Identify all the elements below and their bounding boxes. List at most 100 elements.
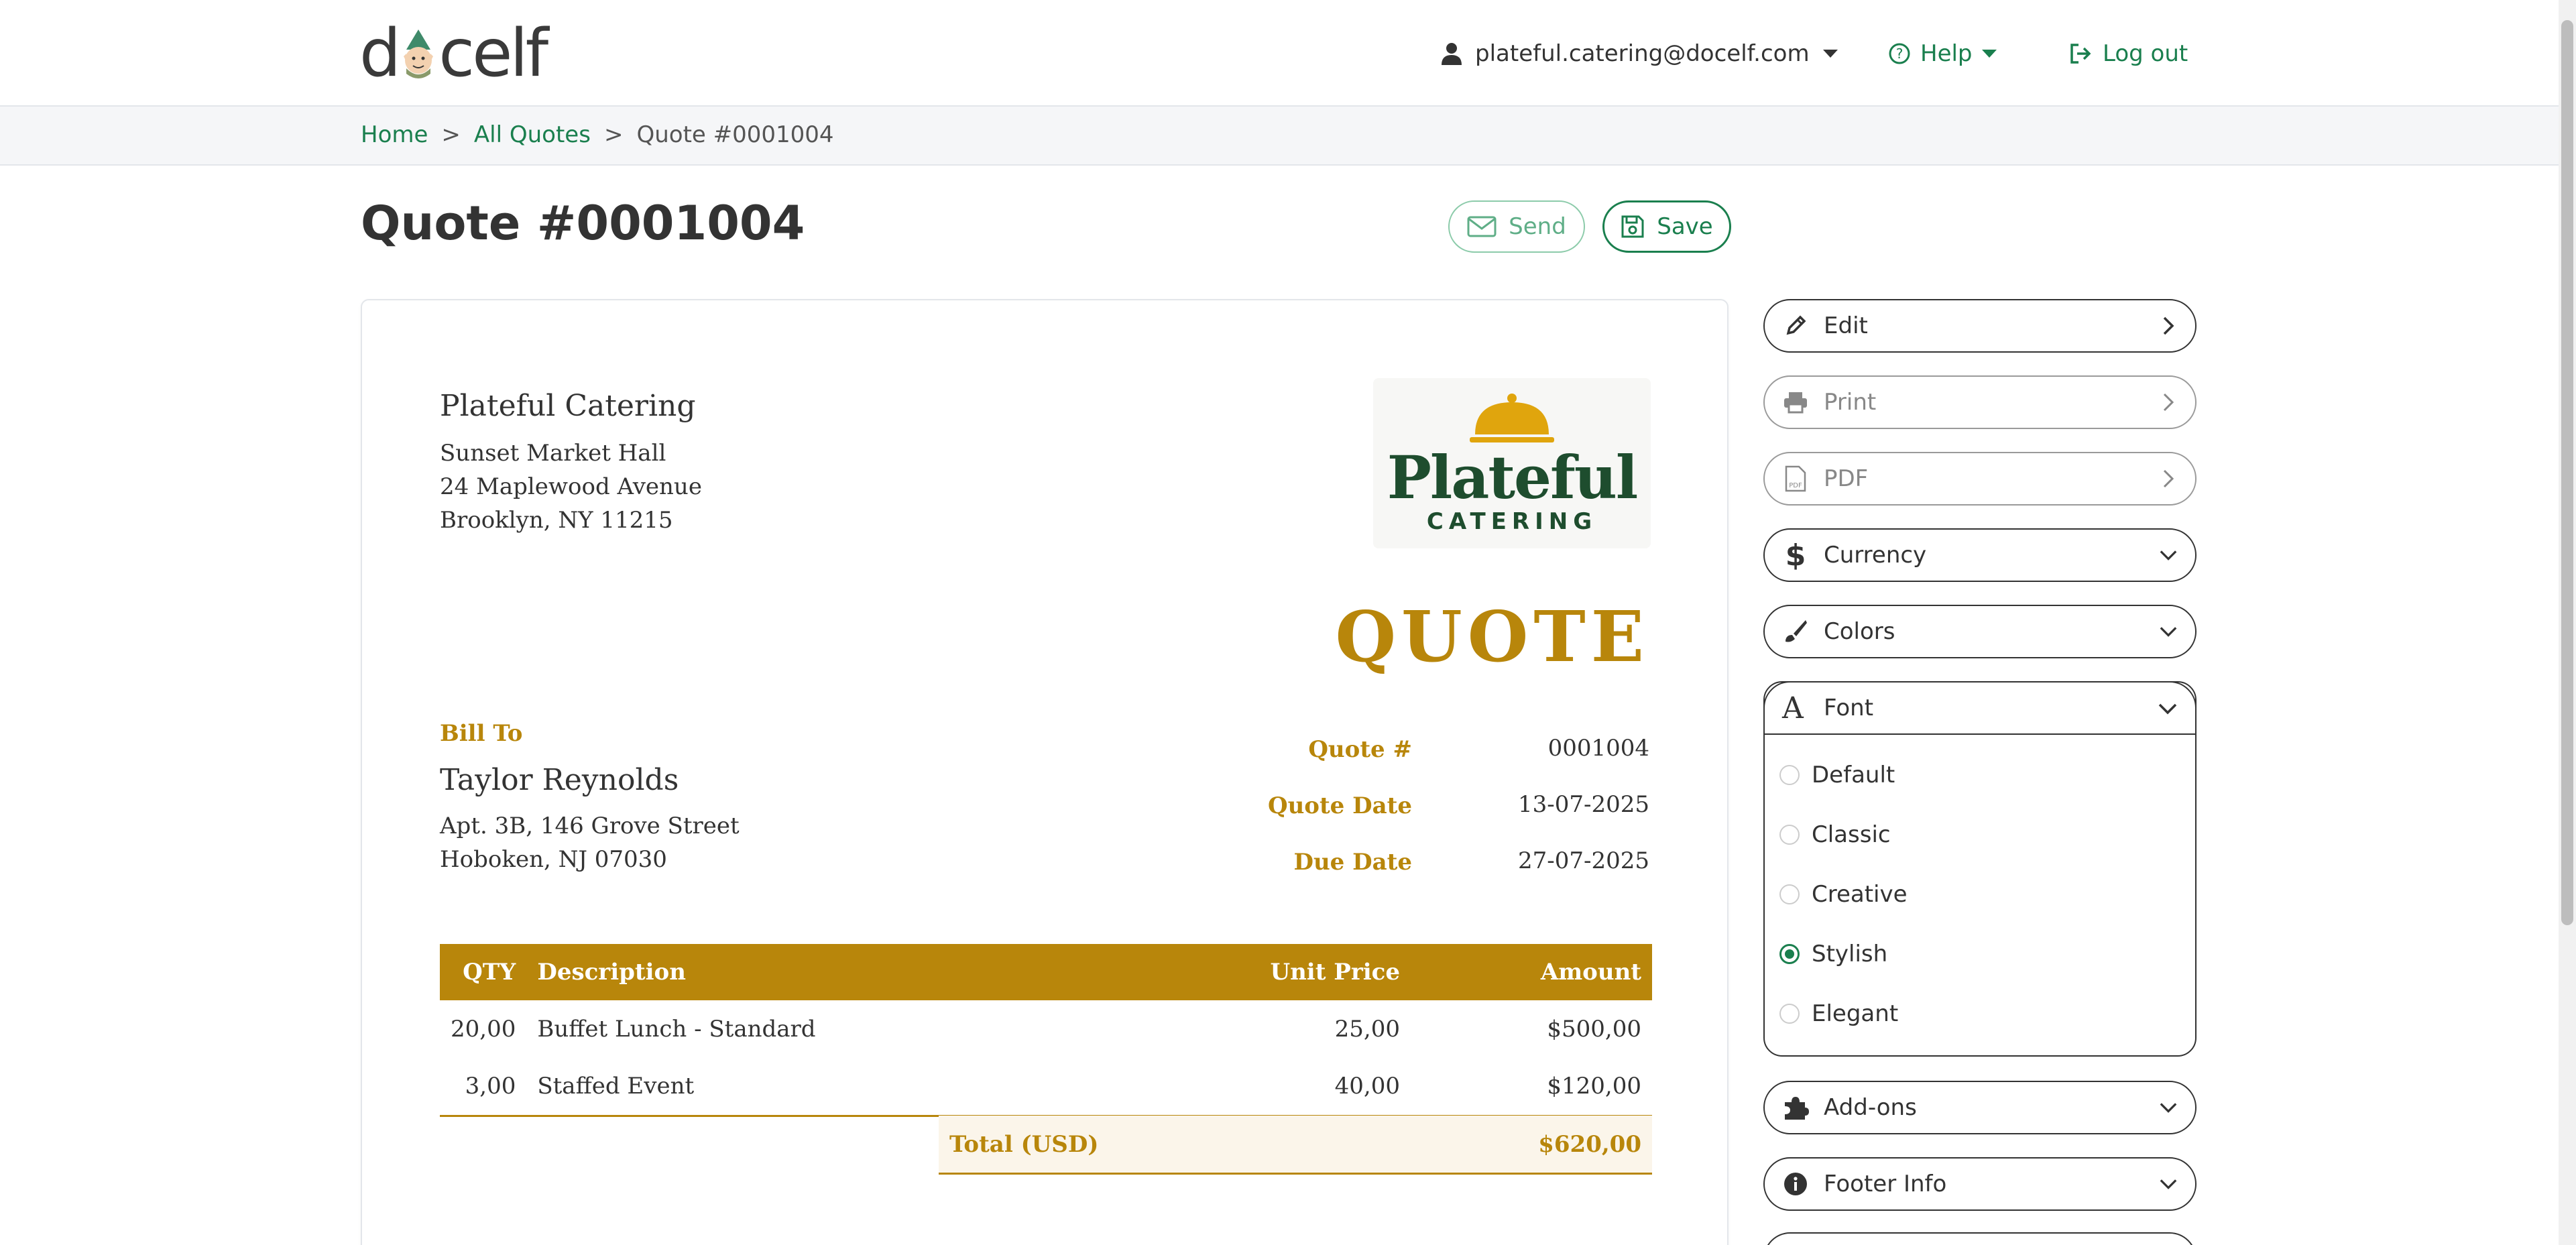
item-unit-price: 25,00	[1334, 1016, 1400, 1043]
page-scrollbar[interactable]	[2559, 0, 2576, 1245]
elf-logo-icon	[404, 29, 434, 78]
client-address-line: Apt. 3B, 146 Grove Street	[440, 813, 740, 839]
font-option-elegant[interactable]: Elegant	[1779, 1000, 1898, 1027]
company-address-line: 24 Maplewood Avenue	[440, 473, 702, 500]
footer-info-label: Footer Info	[1824, 1171, 1947, 1197]
pdf-button[interactable]: PDF PDF	[1763, 452, 2197, 506]
font-accordion-panel: A Font Default Classic Creative Stylish …	[1763, 681, 2197, 1057]
chevron-down-icon	[2159, 1175, 2178, 1193]
breadcrumb-home[interactable]: Home	[361, 121, 428, 148]
pencil-icon	[1782, 312, 1809, 339]
addons-label: Add-ons	[1824, 1094, 1917, 1121]
breadcrumb-separator: >	[441, 121, 461, 148]
currency-accordion[interactable]: $ Currency	[1763, 528, 2197, 582]
logout-icon	[2070, 44, 2091, 64]
save-label: Save	[1657, 213, 1713, 240]
client-address-line: Hoboken, NJ 07030	[440, 846, 667, 873]
radio-button-selected[interactable]	[1779, 944, 1800, 964]
company-address-line: Sunset Market Hall	[440, 440, 666, 467]
colors-accordion[interactable]: Colors	[1763, 605, 2197, 658]
item-description: Buffet Lunch - Standard	[537, 1016, 816, 1043]
item-description: Staffed Event	[526, 1058, 1169, 1117]
chevron-down-icon	[2159, 622, 2178, 641]
breadcrumb-current: Quote #0001004	[636, 121, 834, 148]
radio-button[interactable]	[1779, 884, 1800, 904]
font-option-label: Creative	[1812, 881, 1908, 908]
due-date-value: 27-07-2025	[1517, 847, 1649, 874]
client-name: Taylor Reynolds	[440, 763, 679, 797]
font-option-default[interactable]: Default	[1779, 762, 1895, 788]
logo-sub-text: CATERING	[1426, 508, 1598, 535]
total-value: $620,00	[1538, 1130, 1641, 1158]
chevron-right-icon	[2159, 316, 2178, 335]
table-header-row: QTY Description Unit Price Amount	[440, 944, 1652, 1000]
radio-button[interactable]	[1779, 825, 1800, 845]
total-label: Total (USD)	[949, 1130, 1099, 1158]
font-option-label: Stylish	[1812, 941, 1888, 967]
pdf-file-icon: PDF	[1782, 465, 1809, 492]
font-option-label: Default	[1812, 762, 1895, 788]
quote-date-value: 13-07-2025	[1517, 791, 1649, 818]
breadcrumb-all-quotes[interactable]: All Quotes	[474, 121, 591, 148]
next-accordion-partial[interactable]	[1763, 1232, 2197, 1245]
item-amount: $500,00	[1547, 1016, 1641, 1043]
chevron-down-icon	[2158, 695, 2178, 721]
top-navbar: d celf plateful.catering@docelf.com ? He…	[0, 0, 2576, 107]
send-label: Send	[1509, 213, 1566, 240]
dollar-icon: $	[1785, 538, 1806, 573]
item-qty: 20,00	[451, 1016, 516, 1043]
help-label: Help	[1920, 40, 1973, 67]
font-accordion-header[interactable]: A Font	[1763, 681, 2197, 735]
pdf-label: PDF	[1824, 465, 1869, 492]
printer-icon	[1782, 389, 1809, 416]
font-option-classic[interactable]: Classic	[1779, 821, 1891, 848]
company-logo: Plateful CATERING	[1373, 378, 1651, 548]
logout-link[interactable]: Log out	[2069, 35, 2188, 72]
font-option-label: Classic	[1812, 821, 1891, 848]
logo-text-right: celf	[438, 15, 548, 92]
save-button[interactable]: Save	[1602, 200, 1731, 253]
company-address-line: Brooklyn, NY 11215	[440, 507, 673, 534]
floppy-disk-icon	[1621, 215, 1644, 238]
breadcrumb: Home > All Quotes > Quote #0001004	[361, 121, 834, 148]
footer-info-accordion[interactable]: Footer Info	[1763, 1157, 2197, 1211]
envelope-icon	[1467, 216, 1497, 237]
logout-label: Log out	[2103, 40, 2188, 67]
font-label: Font	[1824, 695, 1874, 721]
quote-number-label: Quote #	[1308, 736, 1412, 763]
chevron-down-icon	[2159, 546, 2178, 565]
print-button[interactable]: Print	[1763, 375, 2197, 429]
edit-button[interactable]: Edit	[1763, 299, 2197, 353]
font-letter-icon: A	[1782, 691, 1804, 725]
scrollbar-thumb[interactable]	[2561, 20, 2573, 925]
svg-text:?: ?	[1896, 46, 1904, 62]
quote-document-preview: Plateful Catering Sunset Market Hall 24 …	[361, 299, 1729, 1245]
page-title: Quote #0001004	[361, 196, 805, 251]
font-option-creative[interactable]: Creative	[1779, 881, 1908, 908]
chevron-down-icon	[2159, 1098, 2178, 1117]
logo-main-text: Plateful	[1387, 442, 1639, 512]
puzzle-piece-icon	[1782, 1094, 1809, 1121]
total-row: Total (USD) $620,00	[939, 1116, 1652, 1175]
help-circle-icon: ?	[1889, 43, 1910, 64]
column-header-unit-price: Unit Price	[1169, 944, 1411, 1000]
radio-button[interactable]	[1779, 765, 1800, 785]
logo-text-left: d	[359, 15, 401, 92]
print-label: Print	[1824, 389, 1877, 416]
svg-text:PDF: PDF	[1789, 482, 1802, 489]
column-header-qty: QTY	[440, 944, 527, 1000]
radio-button[interactable]	[1779, 1004, 1800, 1024]
line-items-table: QTY Description Unit Price Amount 20,00 …	[440, 944, 1652, 1117]
font-option-stylish[interactable]: Stylish	[1779, 941, 1887, 967]
item-qty: 3,00	[440, 1058, 527, 1117]
item-amount: $120,00	[1411, 1058, 1652, 1117]
column-header-amount: Amount	[1411, 944, 1652, 1000]
colors-label: Colors	[1824, 618, 1895, 645]
currency-label: Currency	[1824, 542, 1927, 569]
addons-accordion[interactable]: Add-ons	[1763, 1081, 2197, 1134]
send-button[interactable]: Send	[1448, 200, 1585, 253]
chevron-right-icon	[2159, 469, 2178, 488]
user-menu[interactable]: plateful.catering@docelf.com	[1442, 35, 1838, 72]
help-menu[interactable]: ? Help	[1888, 35, 1997, 72]
docelf-logo[interactable]: d celf	[359, 15, 548, 92]
